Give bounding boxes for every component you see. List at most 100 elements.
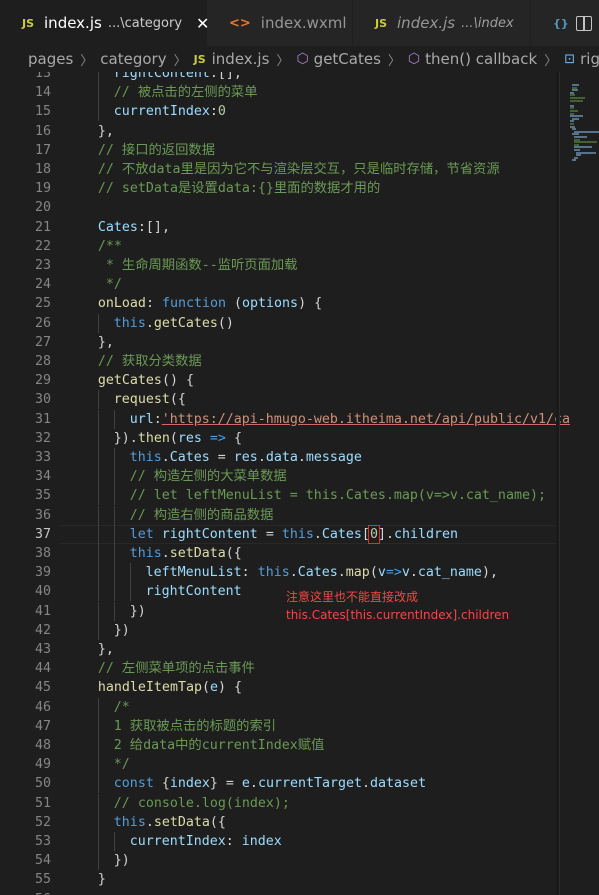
indent-guide	[97, 390, 99, 410]
indent-guide	[97, 851, 99, 871]
code-line[interactable]: 33 this.Cates = res.data.message	[0, 448, 599, 467]
code-line[interactable]: 27},	[0, 333, 599, 352]
indent-guide	[97, 102, 99, 122]
code-text: })	[129, 603, 146, 619]
code-text: },	[97, 642, 114, 657]
line-number: 14	[34, 85, 51, 101]
code-line[interactable]: 19 // setData是设置data:{}里面的数据才用的	[0, 179, 599, 198]
code-line[interactable]: 50 const {index} = e.currentTarget.datase…	[0, 774, 599, 794]
tab-index-js-category[interactable]: JS index.js ...\category ✕	[0, 0, 209, 46]
code-line[interactable]: 15 currentIndex:0	[0, 102, 599, 122]
tab-label: index.wxml	[260, 14, 347, 32]
indent-guide	[97, 524, 99, 544]
minimap[interactable]	[560, 72, 599, 895]
code-line[interactable]: 38 this.setData({	[0, 544, 599, 563]
code-line[interactable]: 54})	[0, 851, 599, 871]
line-number: 36	[34, 507, 51, 523]
line-number: 17	[34, 142, 51, 158]
code-line[interactable]: 20	[0, 198, 599, 217]
code-line[interactable]: 45 handleItemTap(e) {	[0, 678, 599, 697]
breadcrumb-item-file[interactable]: JS index.js	[194, 50, 270, 68]
code-line[interactable]: 13 rightContent:[],	[0, 72, 599, 83]
code-text: // console.log(index);	[113, 795, 290, 811]
highlighted-index: 0	[367, 524, 380, 544]
code-line[interactable]: 31 url:'https://api-hmugo-web.itheima.net…	[0, 409, 599, 429]
code-text: /**	[97, 238, 122, 254]
xml-file-icon: <>	[229, 15, 251, 31]
line-number: 50	[34, 776, 51, 792]
line-number: 37	[34, 526, 51, 542]
indent-guide	[97, 544, 99, 563]
indent-guide	[97, 409, 99, 429]
code-editor[interactable]: 13 rightContent:[], 14 // 被点击的左侧的菜单 15 curren…	[0, 72, 599, 895]
code-line[interactable]: 49 */	[0, 755, 599, 775]
code-text: const {index} = e.currentTarget.dataset	[113, 776, 427, 792]
code-line[interactable]: 55}	[0, 870, 599, 889]
code-line[interactable]: 32}).then(res => {	[0, 428, 599, 448]
code-line[interactable]: 25 onLoad: function (options) {	[0, 294, 599, 313]
code-line[interactable]: 48 2 给data中的currentIndex赋值	[0, 736, 599, 755]
code-line[interactable]: 34 // 构造左侧的大菜单数据	[0, 467, 599, 487]
code-line[interactable]: 30 request({	[0, 390, 599, 410]
code-line[interactable]: 18 // 不放data里是因为它不与渲染层交互，只是临时存储，节省资源	[0, 160, 599, 179]
code-line[interactable]: 47 1 获取被点击的标题的索引	[0, 716, 599, 736]
code-text: })	[113, 853, 130, 869]
breadcrumb-item-getcates[interactable]: ⬡ getCates	[296, 50, 380, 68]
code-line[interactable]: 39 leftMenuList: this.Cates.map(v=>v.cat_…	[0, 563, 599, 583]
indent-guide	[97, 313, 99, 333]
line-number: 56	[0, 890, 51, 895]
minimap-line	[570, 99, 583, 102]
indent-guide	[113, 524, 115, 544]
code-text: currentIndex:0	[113, 104, 226, 120]
line-number: 18	[34, 162, 51, 177]
code-line[interactable]: 36 // 构造右侧的商品数据	[0, 505, 599, 525]
tab-index-wxml[interactable]: <> index.wxml	[207, 0, 353, 46]
json-file-icon: {}	[553, 16, 569, 30]
code-line[interactable]: 22 /**	[0, 237, 599, 256]
variable-icon: ⊡	[564, 51, 576, 67]
code-line[interactable]: 26 this.getCates()	[0, 313, 599, 333]
javascript-file-icon: JS	[22, 16, 35, 30]
indent-guide	[97, 448, 99, 467]
code-line[interactable]: 44 // 左侧菜单项的点击事件	[0, 659, 599, 678]
code-line[interactable]: 35 // let leftMenuList = this.Cates.map(v…	[0, 486, 599, 506]
code-line[interactable]: 46 /*	[0, 697, 599, 717]
split-editor-icon[interactable]	[569, 0, 599, 46]
breadcrumb: pages 〉 category 〉 JS index.js 〉 ⬡ getCa…	[0, 46, 599, 72]
code-text: */	[113, 757, 130, 773]
breadcrumb-item-then-callback[interactable]: ⬡ then() callback	[408, 50, 537, 68]
code-text: 2 给data中的currentIndex赋值	[113, 738, 325, 753]
line-number: 44	[34, 661, 51, 677]
line-number: 35	[34, 488, 51, 504]
code-line[interactable]: 53 currentIndex: index	[0, 832, 599, 851]
code-text: onLoad: function (options) {	[97, 296, 323, 312]
code-line[interactable]: 24 */	[0, 275, 599, 294]
code-line[interactable]: 51 // console.log(index);	[0, 793, 599, 813]
method-icon: ⬡	[296, 51, 309, 67]
code-text: }	[97, 872, 106, 888]
breadcrumb-item-rightcontent[interactable]: ⊡ rightConte	[564, 50, 599, 68]
chevron-right-icon: 〉	[80, 53, 94, 69]
code-line[interactable]: 14 // 被点击的左侧的菜单	[0, 83, 599, 103]
code-line[interactable]: 56	[0, 890, 599, 895]
code-line[interactable]: 23 * 生命周期函数--监听页面加载	[0, 256, 599, 275]
code-line[interactable]: 52 this.setData({	[0, 812, 599, 832]
code-line[interactable]: 16},	[0, 122, 599, 141]
tab-index-js-index[interactable]: JS index.js ...\index	[353, 0, 531, 46]
line-number: 41	[34, 603, 51, 619]
code-line[interactable]: 21 Cates:[],	[0, 218, 599, 237]
code-line[interactable]: 17 // 接口的返回数据	[0, 141, 599, 160]
line-number: 49	[34, 757, 51, 773]
editor-tab-bar: JS index.js ...\category ✕ <> index.wxml…	[0, 0, 599, 46]
indent-guide	[97, 467, 99, 487]
javascript-file-icon: JS	[193, 52, 206, 66]
code-text: },	[97, 123, 114, 139]
breadcrumb-label: getCates	[313, 50, 381, 68]
code-line[interactable]: 29 getCates() {	[0, 371, 599, 390]
breadcrumb-item-category[interactable]: category	[100, 50, 166, 68]
code-line[interactable]: 28 // 获取分类数据	[0, 352, 599, 371]
code-text: 1 获取被点击的标题的索引	[113, 718, 277, 734]
code-line[interactable]: 37 let rightContent = this.Cates[0].child…	[0, 524, 599, 544]
breadcrumb-item-pages[interactable]: pages	[28, 50, 73, 68]
code-line[interactable]: 43},	[0, 640, 599, 659]
